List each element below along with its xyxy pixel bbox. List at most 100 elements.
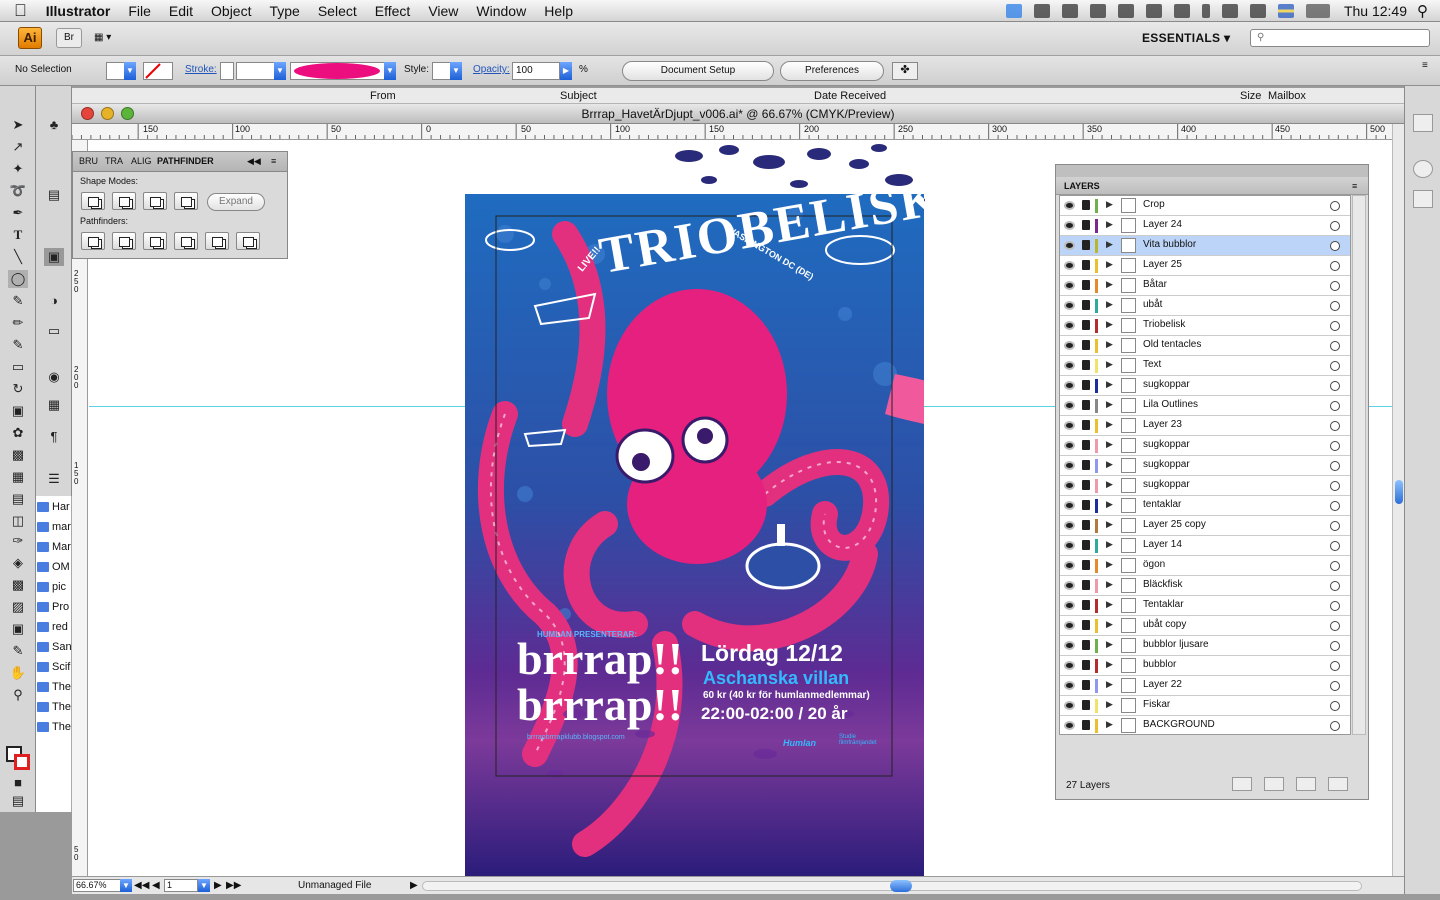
target-circle-icon[interactable] bbox=[1330, 421, 1340, 431]
wifi-icon[interactable] bbox=[1221, 4, 1238, 18]
layer-name[interactable]: sugkoppar bbox=[1143, 479, 1190, 490]
lock-icon[interactable] bbox=[1082, 600, 1090, 610]
list-item[interactable]: Scif bbox=[36, 658, 71, 676]
slice-tool-icon[interactable]: ✎ bbox=[8, 642, 28, 660]
layer-row[interactable]: ▶ ögon bbox=[1060, 556, 1350, 576]
expand-triangle-icon[interactable]: ▶ bbox=[1106, 359, 1113, 370]
expand-triangle-icon[interactable]: ▶ bbox=[1106, 399, 1113, 410]
list-item[interactable]: Mar bbox=[36, 538, 71, 556]
layer-name[interactable]: Layer 25 copy bbox=[1143, 519, 1206, 530]
lock-icon[interactable] bbox=[1082, 440, 1090, 450]
battery-icon[interactable] bbox=[1305, 4, 1330, 18]
delete-layer-button[interactable] bbox=[1328, 777, 1348, 791]
expand-triangle-icon[interactable]: ▶ bbox=[1106, 499, 1113, 510]
layer-row[interactable]: ▶ sugkoppar bbox=[1060, 476, 1350, 496]
symbol-sprayer-tool-icon[interactable]: ▦ bbox=[8, 468, 28, 486]
visibility-eye-icon[interactable] bbox=[1064, 441, 1075, 450]
target-circle-icon[interactable] bbox=[1330, 661, 1340, 671]
layer-row[interactable]: ▶ Layer 25 bbox=[1060, 256, 1350, 276]
expand-triangle-icon[interactable]: ▶ bbox=[1106, 479, 1113, 490]
list-item[interactable]: The bbox=[36, 678, 71, 696]
divide-button[interactable] bbox=[81, 232, 105, 250]
collapse-panel-icon[interactable]: ◀◀ bbox=[247, 156, 261, 167]
volume-icon[interactable] bbox=[1249, 4, 1266, 18]
previous-artboard-button[interactable]: ◀ bbox=[152, 880, 160, 891]
layer-name[interactable]: bubblor bbox=[1143, 659, 1176, 670]
visibility-eye-icon[interactable] bbox=[1064, 581, 1075, 590]
target-circle-icon[interactable] bbox=[1330, 441, 1340, 451]
graphic-style-dropdown[interactable]: ▼ bbox=[450, 62, 462, 80]
align-panel-icon[interactable]: ▤ bbox=[44, 186, 64, 204]
ellipse-tool-icon[interactable]: ◯ bbox=[8, 270, 28, 288]
menu-object[interactable]: Object bbox=[202, 0, 260, 22]
layer-name[interactable]: Layer 24 bbox=[1143, 219, 1182, 230]
poster-artwork[interactable]: TRIOBELISK LIVE!! WASHINGTON DC (DE) HUM… bbox=[465, 194, 924, 878]
menu-window[interactable]: Window bbox=[467, 0, 535, 22]
expand-triangle-icon[interactable]: ▶ bbox=[1106, 319, 1113, 330]
visibility-eye-icon[interactable] bbox=[1064, 221, 1075, 230]
expand-triangle-icon[interactable]: ▶ bbox=[1106, 539, 1113, 550]
layer-name[interactable]: sugkoppar bbox=[1143, 439, 1190, 450]
visibility-eye-icon[interactable] bbox=[1064, 361, 1075, 370]
horizontal-ruler[interactable]: 150 100 50 0 50 100 150 200 250 300 350 … bbox=[72, 124, 1392, 140]
horizontal-scroll-thumb[interactable] bbox=[890, 880, 912, 892]
pathfinder-panel-icon[interactable]: ▣ bbox=[44, 248, 64, 266]
layer-row[interactable]: ▶ Layer 25 copy bbox=[1060, 516, 1350, 536]
column-graph-tool-icon[interactable]: ▤ bbox=[8, 490, 28, 508]
expand-button[interactable]: Expand bbox=[207, 193, 265, 211]
visibility-eye-icon[interactable] bbox=[1064, 661, 1075, 670]
status-text[interactable]: Unmanaged File bbox=[298, 880, 371, 891]
dropbox-icon[interactable] bbox=[1005, 4, 1022, 18]
visibility-eye-icon[interactable] bbox=[1064, 721, 1075, 730]
visibility-eye-icon[interactable] bbox=[1064, 261, 1075, 270]
swatches-panel-icon[interactable]: ▦ bbox=[44, 396, 64, 414]
lock-icon[interactable] bbox=[1082, 580, 1090, 590]
layer-row[interactable]: ▶ Fiskar bbox=[1060, 696, 1350, 716]
brush-dropdown-arrow[interactable]: ▼ bbox=[384, 62, 396, 80]
tab-pathfinder[interactable]: PATHFINDER bbox=[157, 156, 214, 166]
target-circle-icon[interactable] bbox=[1330, 621, 1340, 631]
layer-row[interactable]: ▶ bubblor ljusare bbox=[1060, 636, 1350, 656]
menu-select[interactable]: Select bbox=[309, 0, 366, 22]
lock-icon[interactable] bbox=[1082, 360, 1090, 370]
new-sublayer-button[interactable] bbox=[1296, 777, 1316, 791]
layer-row[interactable]: ▶ sugkoppar bbox=[1060, 456, 1350, 476]
visibility-eye-icon[interactable] bbox=[1064, 461, 1075, 470]
layer-name[interactable]: Layer 23 bbox=[1143, 419, 1182, 430]
direct-selection-tool-icon[interactable]: ↗ bbox=[8, 138, 28, 156]
artboard-tool-icon[interactable]: ◫ bbox=[8, 512, 28, 530]
layer-row[interactable]: ▶ Tentaklar bbox=[1060, 596, 1350, 616]
opacity-input[interactable]: 100 bbox=[512, 62, 560, 80]
layer-name[interactable]: sugkoppar bbox=[1143, 459, 1190, 470]
tab-layers[interactable]: LAYERS bbox=[1064, 181, 1100, 191]
target-circle-icon[interactable] bbox=[1330, 381, 1340, 391]
visibility-eye-icon[interactable] bbox=[1064, 321, 1075, 330]
line-tool-icon[interactable]: ╲ bbox=[8, 248, 28, 266]
eyedropper-tool-icon[interactable]: ✑ bbox=[8, 532, 28, 550]
target-circle-icon[interactable] bbox=[1330, 401, 1340, 411]
target-circle-icon[interactable] bbox=[1330, 341, 1340, 351]
layer-name[interactable]: Layer 14 bbox=[1143, 539, 1182, 550]
paw-icon[interactable] bbox=[1089, 4, 1106, 18]
expand-triangle-icon[interactable]: ▶ bbox=[1106, 719, 1113, 730]
intersect-button[interactable] bbox=[143, 192, 167, 210]
layer-row[interactable]: ▶ tentaklar bbox=[1060, 496, 1350, 516]
visibility-eye-icon[interactable] bbox=[1064, 201, 1075, 210]
layer-row[interactable]: ▶ Layer 22 bbox=[1060, 676, 1350, 696]
layer-row[interactable]: ▶ Text bbox=[1060, 356, 1350, 376]
fill-dropdown-arrow[interactable]: ▼ bbox=[124, 62, 136, 80]
visibility-eye-icon[interactable] bbox=[1064, 521, 1075, 530]
target-circle-icon[interactable] bbox=[1330, 641, 1340, 651]
panel-menu-icon[interactable]: ≡ bbox=[1352, 181, 1357, 191]
expand-triangle-icon[interactable]: ▶ bbox=[1106, 339, 1113, 350]
free-transform-tool-icon[interactable]: ▩ bbox=[8, 446, 28, 464]
visibility-eye-icon[interactable] bbox=[1064, 501, 1075, 510]
arrange-documents-button[interactable]: ▦ ▾ bbox=[94, 28, 128, 48]
document-setup-button[interactable]: Document Setup bbox=[622, 61, 774, 81]
target-circle-icon[interactable] bbox=[1330, 521, 1340, 531]
menu-effect[interactable]: Effect bbox=[366, 0, 420, 22]
target-circle-icon[interactable] bbox=[1330, 481, 1340, 491]
warp-tool-icon[interactable]: ✿ bbox=[8, 424, 28, 442]
lock-icon[interactable] bbox=[1082, 620, 1090, 630]
layer-name[interactable]: ubåt bbox=[1143, 299, 1162, 310]
